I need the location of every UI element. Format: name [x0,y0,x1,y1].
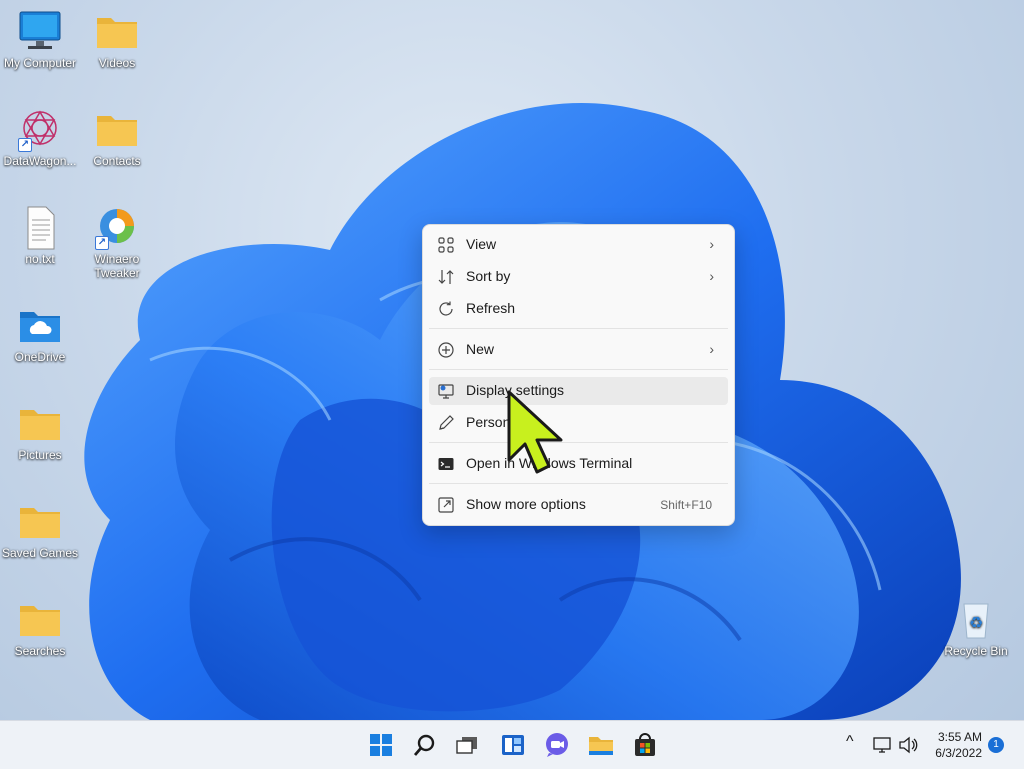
shortcut-arrow-icon: ↗ [18,138,32,152]
text-file-icon [16,206,64,250]
menu-separator [429,328,728,329]
view-grid-icon [438,237,454,253]
folder-icon [16,402,64,446]
chat-icon[interactable] [543,731,571,759]
desktop-icon-pictures[interactable]: Pictures [0,402,80,462]
notification-badge[interactable]: 1 [988,737,1004,753]
menu-item-refresh[interactable]: Refresh [429,295,728,323]
menu-item-sort-by[interactable]: Sort by › [429,263,728,291]
volume-icon[interactable] [898,735,918,755]
clock-time: 3:55 AM [937,730,982,744]
menu-separator [429,442,728,443]
new-plus-icon [438,342,454,358]
menu-item-open-terminal[interactable]: Open in Windows Terminal [429,450,728,478]
menu-separator [429,483,728,484]
menu-item-personalize[interactable]: Personalize [429,409,728,437]
chevron-right-icon: › [709,341,714,357]
desktop-icon-my-computer[interactable]: My Computer [0,10,80,70]
file-explorer-icon[interactable] [587,731,615,759]
desktop-context-menu: View › Sort by › Refresh New › Display s… [422,224,735,526]
folder-icon [16,500,64,544]
shortcut-hint: Shift+F10 [660,498,712,512]
start-icon[interactable] [367,731,395,759]
desktop-icon-no-txt[interactable]: no.txt [0,206,80,266]
menu-separator [429,369,728,370]
refresh-icon [439,301,453,316]
datawagon-icon: ↗ [16,108,64,152]
desktop-icon-datawagon[interactable]: ↗ DataWagon... [0,108,80,168]
recycle-bin-icon: ♻ [952,598,1000,642]
sort-icon [438,270,454,284]
svg-text:♻: ♻ [969,613,983,632]
computer-icon [16,10,64,54]
menu-item-view[interactable]: View › [429,231,728,259]
menu-item-display-settings[interactable]: Display settings [429,377,728,405]
taskbar: ^ 3:55 AM 6/3/2022 1 [0,720,1024,769]
clock-date: 6/3/2022 [935,746,982,760]
more-options-icon [438,497,454,513]
task-view-icon[interactable] [453,731,481,759]
desktop-icon-contacts[interactable]: Contacts [77,108,157,168]
chevron-right-icon: › [709,236,714,252]
store-icon[interactable] [631,731,659,759]
shortcut-arrow-icon: ↗ [95,236,109,250]
desktop-icon-searches[interactable]: Searches [0,598,80,658]
desktop-icon-videos[interactable]: Videos [77,10,157,70]
folder-icon [93,10,141,54]
display-settings-icon [438,384,454,399]
desktop-icon-winaero-tweaker[interactable]: ↗ Winaero Tweaker [77,206,157,280]
widgets-icon[interactable] [499,731,527,759]
menu-item-show-more-options[interactable]: Show more options Shift+F10 [429,491,728,519]
winaero-icon: ↗ [93,206,141,250]
network-icon[interactable] [872,735,892,755]
personalize-pen-icon [439,415,454,430]
onedrive-folder-icon [16,304,64,348]
desktop-icon-onedrive[interactable]: OneDrive [0,304,80,364]
menu-item-new[interactable]: New › [429,336,728,364]
folder-icon [16,598,64,642]
mouse-cursor-icon [507,390,563,474]
chevron-right-icon: › [709,268,714,284]
desktop-icon-recycle-bin[interactable]: ♻ Recycle Bin [936,598,1016,658]
folder-icon [93,108,141,152]
clock[interactable]: 3:55 AM 6/3/2022 [935,729,982,761]
tray-overflow-chevron-icon[interactable]: ^ [846,733,854,753]
desktop-icon-saved-games[interactable]: Saved Games [0,500,80,560]
terminal-icon [438,458,454,470]
search-icon[interactable] [411,731,439,759]
